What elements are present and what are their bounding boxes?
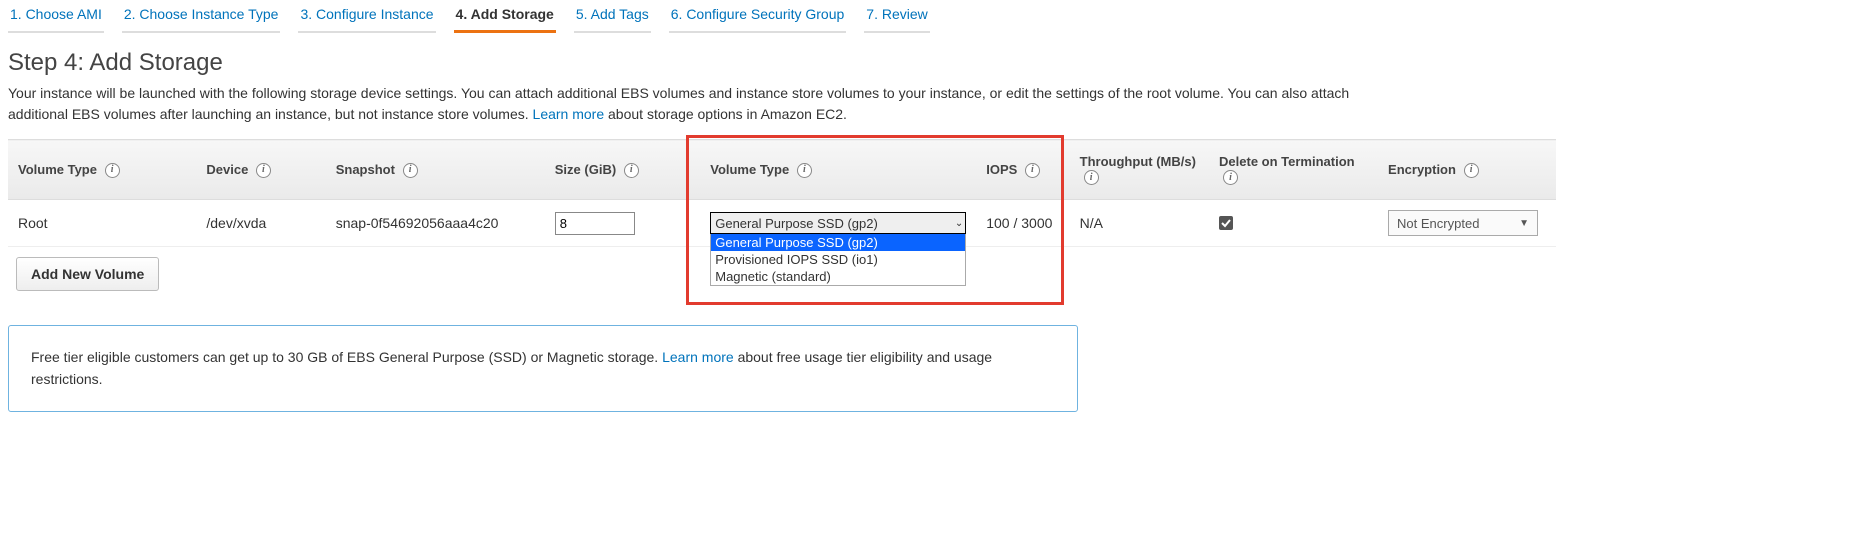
step-choose-instance-type[interactable]: 2. Choose Instance Type <box>122 0 281 33</box>
info-icon[interactable]: i <box>1464 163 1479 178</box>
cell-encryption: Not Encrypted ▼ <box>1378 200 1556 247</box>
cell-device: /dev/xvda <box>196 200 325 247</box>
info-icon[interactable]: i <box>105 163 120 178</box>
volume-type-select[interactable]: General Purpose SSD (gp2) ⌄ <box>710 212 966 234</box>
cell-volume-type-right: General Purpose SSD (gp2) ⌄ General Purp… <box>684 200 976 247</box>
chevron-down-icon: ⌄ <box>955 218 963 229</box>
th-iops: IOPS i <box>976 140 1069 200</box>
step-review[interactable]: 7. Review <box>864 0 929 33</box>
volume-type-dropdown: General Purpose SSD (gp2) Provisioned IO… <box>710 234 966 286</box>
th-volume-type-right: Volume Type i <box>684 140 976 200</box>
wizard-steps: 1. Choose AMI 2. Choose Instance Type 3.… <box>0 0 1855 35</box>
add-new-volume-button[interactable]: Add New Volume <box>16 257 159 291</box>
th-throughput: Throughput (MB/s) i <box>1070 140 1209 200</box>
storage-table: Volume Type i Device i Snapshot i Size (… <box>8 139 1556 247</box>
table-row: Root /dev/xvda snap-0f54692056aaa4c20 Ge… <box>8 200 1556 247</box>
th-snapshot: Snapshot i <box>326 140 545 200</box>
step-add-tags[interactable]: 5. Add Tags <box>574 0 651 33</box>
size-input[interactable] <box>555 212 635 235</box>
page-title: Step 4: Add Storage <box>8 49 1855 77</box>
tier-learn-more-link[interactable]: Learn more <box>662 349 734 365</box>
th-delete-on-termination: Delete on Termination i <box>1209 140 1378 200</box>
page-description: Your instance will be launched with the … <box>0 83 1360 135</box>
cell-iops: 100 / 3000 <box>976 200 1069 247</box>
desc-post: about storage options in Amazon EC2. <box>608 106 847 122</box>
th-encryption: Encryption i <box>1378 140 1556 200</box>
th-volume-type-left: Volume Type i <box>8 140 196 200</box>
encryption-select[interactable]: Not Encrypted ▼ <box>1388 210 1538 236</box>
info-icon[interactable]: i <box>403 163 418 178</box>
volume-type-option-io1[interactable]: Provisioned IOPS SSD (io1) <box>711 251 965 268</box>
step-add-storage[interactable]: 4. Add Storage <box>454 0 556 33</box>
cell-size <box>545 200 684 247</box>
info-icon[interactable]: i <box>256 163 271 178</box>
info-icon[interactable]: i <box>1084 170 1099 185</box>
step-configure-instance[interactable]: 3. Configure Instance <box>298 0 435 33</box>
check-icon <box>1221 218 1231 228</box>
delete-on-termination-checkbox[interactable] <box>1219 216 1233 230</box>
cell-volume-type-left: Root <box>8 200 196 247</box>
info-icon[interactable]: i <box>1025 163 1040 178</box>
encryption-select-value: Not Encrypted <box>1397 216 1479 231</box>
info-icon[interactable]: i <box>1223 170 1238 185</box>
step-configure-security-group[interactable]: 6. Configure Security Group <box>669 0 847 33</box>
volume-type-option-gp2[interactable]: General Purpose SSD (gp2) <box>711 234 965 251</box>
cell-snapshot: snap-0f54692056aaa4c20 <box>326 200 545 247</box>
cell-delete-on-termination <box>1209 200 1378 247</box>
volume-type-select-value: General Purpose SSD (gp2) <box>715 216 878 231</box>
caret-down-icon: ▼ <box>1519 218 1529 229</box>
info-icon[interactable]: i <box>797 163 812 178</box>
free-tier-notice: Free tier eligible customers can get up … <box>8 325 1078 412</box>
th-size: Size (GiB) i <box>545 140 684 200</box>
volume-type-option-standard[interactable]: Magnetic (standard) <box>711 268 965 285</box>
step-choose-ami[interactable]: 1. Choose AMI <box>8 0 104 33</box>
info-icon[interactable]: i <box>624 163 639 178</box>
cell-throughput: N/A <box>1070 200 1209 247</box>
tier-pre: Free tier eligible customers can get up … <box>31 349 662 365</box>
learn-more-link[interactable]: Learn more <box>533 106 605 122</box>
th-device: Device i <box>196 140 325 200</box>
